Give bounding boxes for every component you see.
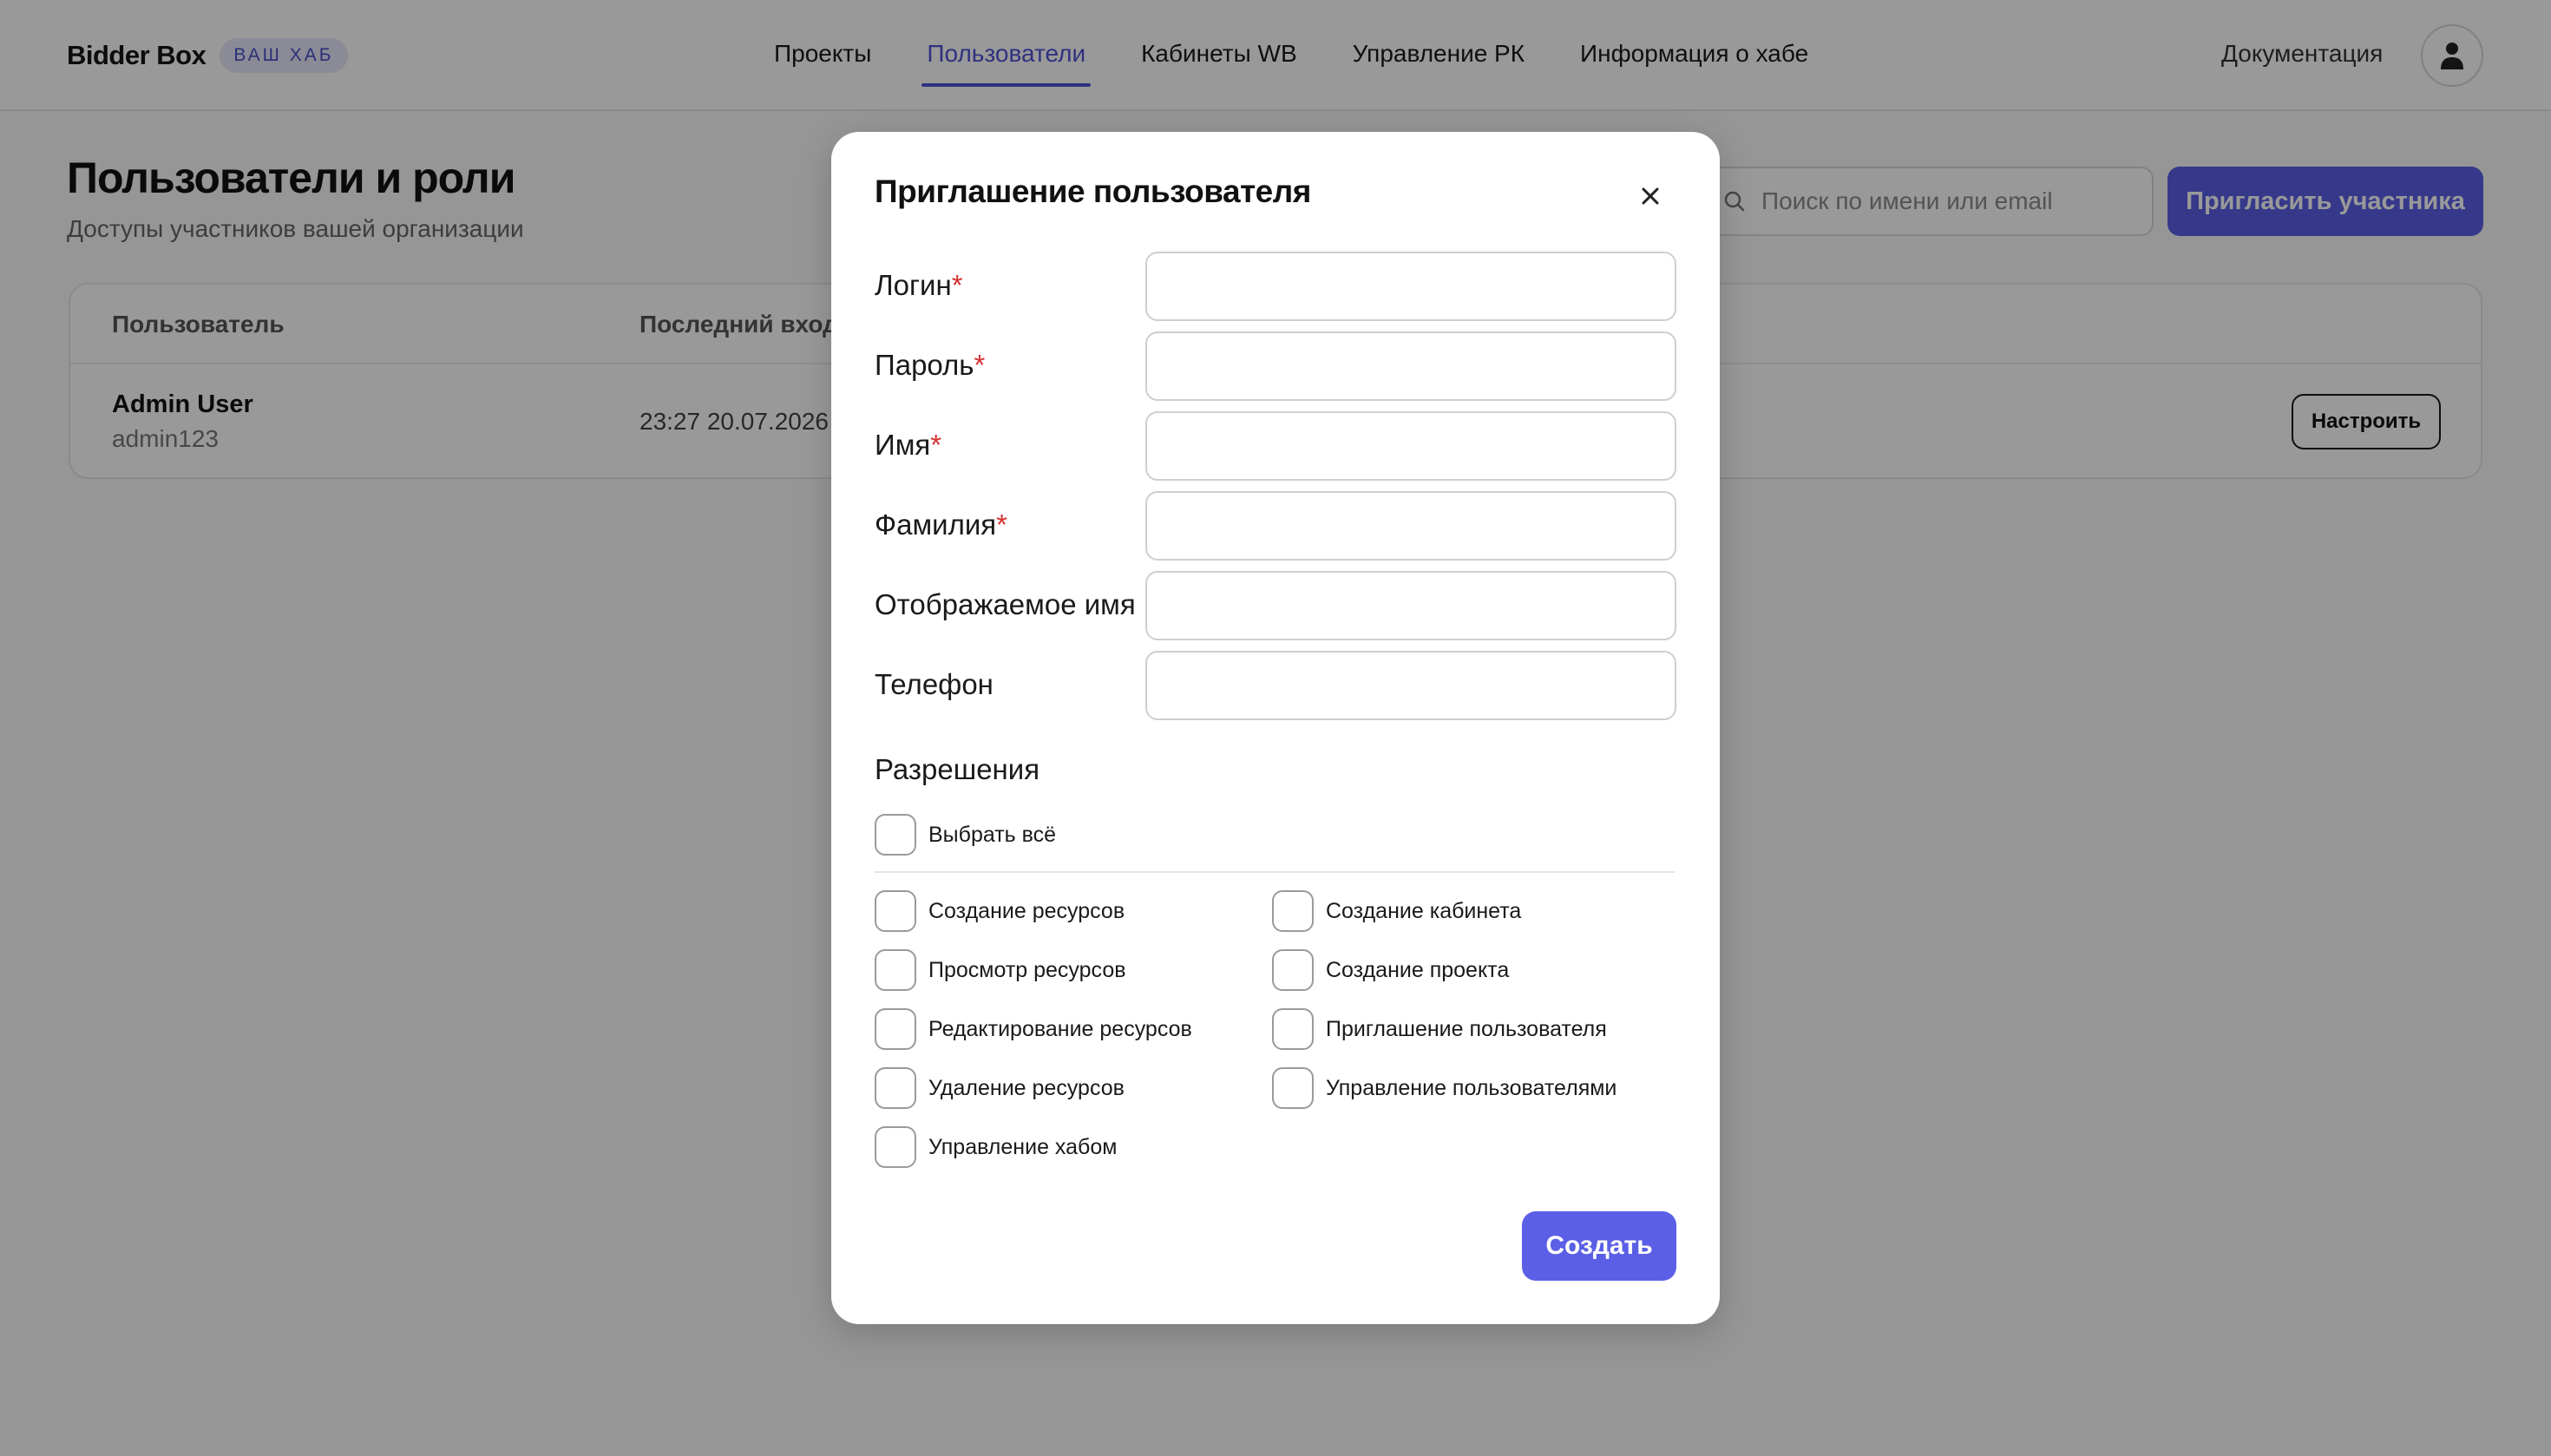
select-all-label: Выбрать всё	[928, 822, 1057, 847]
first-name-field-row: Имя*	[875, 411, 1676, 481]
app-page: Bidder Box ВАШ ХАБ Проекты Пользователи …	[0, 0, 2551, 1456]
perm-view-resources[interactable]: Просмотр ресурсов	[875, 949, 1126, 991]
permission-label: Приглашение пользователя	[1326, 1016, 1607, 1041]
permission-label: Просмотр ресурсов	[928, 957, 1126, 982]
permissions-title: Разрешения	[875, 753, 1040, 785]
password-input[interactable]	[1145, 331, 1676, 401]
first-name-input[interactable]	[1145, 411, 1676, 481]
close-button[interactable]	[1633, 179, 1668, 213]
permission-label: Редактирование ресурсов	[928, 1016, 1192, 1041]
create-button[interactable]: Создать	[1522, 1211, 1676, 1281]
login-input[interactable]	[1145, 252, 1676, 321]
login-field-row: Логин*	[875, 252, 1676, 321]
checkbox-box[interactable]	[875, 890, 916, 932]
perm-create-cabinet[interactable]: Создание кабинета	[1272, 890, 1521, 932]
permission-label: Создание кабинета	[1326, 898, 1522, 923]
checkbox-box[interactable]	[1272, 890, 1314, 932]
checkbox-box[interactable]	[875, 814, 916, 856]
checkbox-box[interactable]	[875, 949, 916, 991]
invite-user-modal: Приглашение пользователя Логин* Пароль* …	[831, 132, 1720, 1324]
perm-create-project[interactable]: Создание проекта	[1272, 949, 1509, 991]
required-mark: *	[930, 429, 942, 461]
password-field-row: Пароль*	[875, 331, 1676, 401]
permission-label: Создание ресурсов	[928, 898, 1125, 923]
password-label: Пароль*	[875, 349, 986, 381]
divider	[875, 871, 1675, 873]
checkbox-box[interactable]	[875, 1067, 916, 1109]
perm-edit-resources[interactable]: Редактирование ресурсов	[875, 1008, 1192, 1050]
perm-create-resources[interactable]: Создание ресурсов	[875, 890, 1125, 932]
permission-label: Управление пользователями	[1326, 1075, 1617, 1100]
display-name-label: Отображаемое имя	[875, 588, 1136, 620]
checkbox-box[interactable]	[1272, 949, 1314, 991]
phone-field-row: Телефон	[875, 651, 1676, 720]
login-label: Логин*	[875, 269, 963, 301]
phone-label: Телефон	[875, 668, 994, 700]
perm-manage-users[interactable]: Управление пользователями	[1272, 1067, 1617, 1109]
checkbox-box[interactable]	[875, 1126, 916, 1168]
required-mark: *	[951, 269, 963, 301]
required-mark: *	[996, 508, 1007, 541]
checkbox-box[interactable]	[875, 1008, 916, 1050]
last-name-label: Фамилия*	[875, 508, 1007, 541]
permission-label: Удаление ресурсов	[928, 1075, 1125, 1100]
permission-label: Управление хабом	[928, 1134, 1118, 1159]
last-name-field-row: Фамилия*	[875, 491, 1676, 561]
phone-input[interactable]	[1145, 651, 1676, 720]
last-name-input[interactable]	[1145, 491, 1676, 561]
display-name-field-row: Отображаемое имя	[875, 571, 1676, 640]
close-icon	[1642, 187, 1659, 205]
first-name-label: Имя*	[875, 429, 942, 461]
checkbox-box[interactable]	[1272, 1008, 1314, 1050]
perm-invite-user[interactable]: Приглашение пользователя	[1272, 1008, 1607, 1050]
perm-delete-resources[interactable]: Удаление ресурсов	[875, 1067, 1125, 1109]
checkbox-box[interactable]	[1272, 1067, 1314, 1109]
select-all-checkbox[interactable]: Выбрать всё	[875, 814, 1056, 856]
display-name-input[interactable]	[1145, 571, 1676, 640]
required-mark: *	[974, 349, 986, 381]
modal-title: Приглашение пользователя	[875, 174, 1311, 209]
perm-manage-hub[interactable]: Управление хабом	[875, 1126, 1117, 1168]
permission-label: Создание проекта	[1326, 957, 1510, 982]
